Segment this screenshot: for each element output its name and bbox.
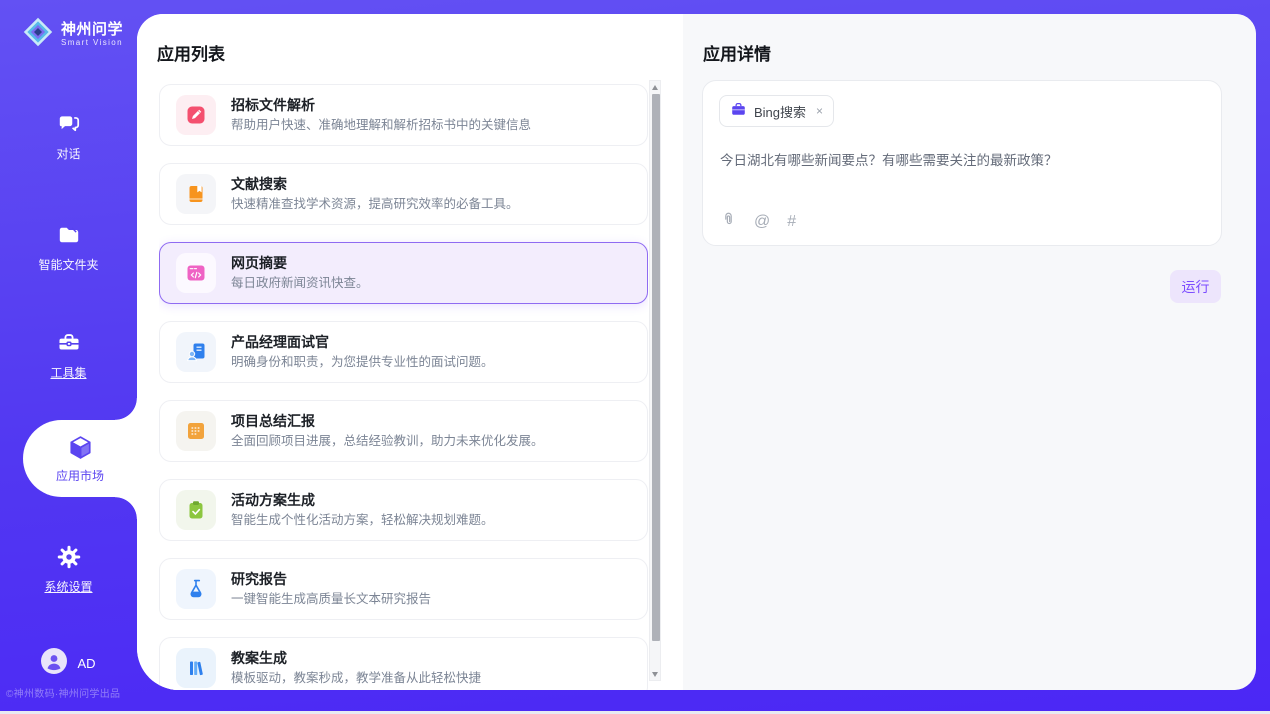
event-plan-icon [176, 490, 216, 530]
sidebar-item-folder[interactable]: 智能文件夹 [0, 222, 137, 273]
diamond-logo-icon [22, 16, 54, 53]
list-item[interactable]: 产品经理面试官明确身份和职责，为您提供专业性的面试问题。 [159, 321, 648, 383]
scrollbar[interactable] [649, 80, 661, 681]
app-list-title: 应用列表 [157, 40, 225, 65]
sidebar-item-gear[interactable]: 系统设置 [0, 544, 137, 595]
sidebar-item-label: 智能文件夹 [0, 256, 137, 273]
app-list: 招标文件解析帮助用户快速、准确地理解和解析招标书中的关键信息文献搜索快速精准查找… [159, 84, 648, 690]
app-name: 活动方案生成 [231, 492, 494, 508]
scrollbar-up-arrow[interactable] [650, 81, 660, 93]
tool-chip-label: Bing搜索 [754, 102, 806, 121]
sidebar-item-label: 对话 [0, 145, 137, 162]
sidebar-item-label: 工具集 [0, 364, 137, 381]
tool-chip[interactable]: Bing搜索 × [719, 95, 834, 127]
at-sign-icon[interactable]: @ [754, 214, 770, 230]
web-summary-icon [176, 253, 216, 293]
user-badge[interactable]: AD [0, 648, 137, 679]
sidebar: 神州问学 Smart Vision 对话智能文件夹工具集应用市场系统设置 AD … [0, 0, 137, 714]
run-button[interactable]: 运行 [1170, 270, 1221, 303]
app-name: 教案生成 [231, 650, 481, 666]
app-description: 模板驱动，教案秒成，教学准备从此轻松快捷 [231, 671, 481, 686]
app-name: 网页摘要 [231, 255, 369, 271]
attach-toolbar: @ # [720, 211, 796, 232]
scrollbar-thumb[interactable] [652, 94, 660, 641]
app-name: 文献搜索 [231, 176, 519, 192]
app-name: 项目总结汇报 [231, 413, 544, 429]
research-report-icon [176, 569, 216, 609]
app-detail-panel: 应用详情 Bing搜索 × 今日湖北有哪些新闻要点？有哪些需要关注的最新政策？ [683, 14, 1256, 690]
tender-doc-icon [176, 95, 216, 135]
gear-icon [55, 544, 82, 571]
hash-icon[interactable]: # [787, 214, 796, 230]
list-item[interactable]: 活动方案生成智能生成个性化活动方案，轻松解决规划难题。 [159, 479, 648, 541]
literature-search-icon [176, 174, 216, 214]
app-list-panel: 应用列表 招标文件解析帮助用户快速、准确地理解和解析招标书中的关键信息文献搜索快… [137, 14, 683, 690]
app-name: 招标文件解析 [231, 97, 531, 113]
prompt-text[interactable]: 今日湖北有哪些新闻要点？有哪些需要关注的最新政策？ [720, 151, 1201, 170]
user-initials: AD [77, 656, 95, 671]
app-description: 帮助用户快速、准确地理解和解析招标书中的关键信息 [231, 118, 531, 133]
list-item[interactable]: 研究报告一键智能生成高质量长文本研究报告 [159, 558, 648, 620]
project-summary-icon [176, 411, 216, 451]
toolbox-icon [55, 330, 82, 357]
sidebar-item-label: 应用市场 [23, 467, 137, 484]
chat-icon [55, 111, 82, 138]
list-item[interactable]: 文献搜索快速精准查找学术资源，提高研究效率的必备工具。 [159, 163, 648, 225]
app-description: 每日政府新闻资讯快查。 [231, 276, 369, 291]
pm-interviewer-icon [176, 332, 216, 372]
app-name: 产品经理面试官 [231, 334, 494, 350]
list-item[interactable]: 教案生成模板驱动，教案秒成，教学准备从此轻松快捷 [159, 637, 648, 690]
app-description: 明确身份和职责，为您提供专业性的面试问题。 [231, 355, 494, 370]
app-detail-title: 应用详情 [703, 40, 771, 65]
app-description: 全面回顾项目进展，总结经验教训，助力未来优化发展。 [231, 434, 544, 449]
app-name: 研究报告 [231, 571, 431, 587]
list-item[interactable]: 项目总结汇报全面回顾项目进展，总结经验教训，助力未来优化发展。 [159, 400, 648, 462]
paperclip-icon[interactable] [720, 211, 737, 232]
sidebar-item-toolbox[interactable]: 工具集 [0, 330, 137, 381]
brand-subtitle: Smart Vision [61, 38, 123, 48]
person-avatar-icon [41, 648, 67, 679]
main-panel: 应用列表 招标文件解析帮助用户快速、准确地理解和解析招标书中的关键信息文献搜索快… [137, 14, 1256, 690]
folder-icon [55, 222, 82, 249]
cube-icon [67, 434, 94, 461]
prompt-card[interactable]: Bing搜索 × 今日湖北有哪些新闻要点？有哪些需要关注的最新政策？ @ # [702, 80, 1222, 246]
copyright-text: ©神州数码·神州问学出品 [6, 685, 120, 700]
app-description: 一键智能生成高质量长文本研究报告 [231, 592, 431, 607]
scrollbar-down-arrow[interactable] [650, 668, 660, 680]
app-description: 快速精准查找学术资源，提高研究效率的必备工具。 [231, 197, 519, 212]
app-description: 智能生成个性化活动方案，轻松解决规划难题。 [231, 513, 494, 528]
lesson-plan-icon [176, 648, 216, 688]
sidebar-item-label: 系统设置 [0, 578, 137, 595]
brand-logo: 神州问学 Smart Vision [22, 16, 123, 53]
list-item[interactable]: 招标文件解析帮助用户快速、准确地理解和解析招标书中的关键信息 [159, 84, 648, 146]
briefcase-icon [730, 101, 747, 121]
brand-name: 神州问学 [61, 21, 123, 38]
sidebar-item-cube[interactable]: 应用市场 [23, 420, 137, 497]
sidebar-item-chat[interactable]: 对话 [0, 111, 137, 162]
list-item[interactable]: 网页摘要每日政府新闻资讯快查。 [159, 242, 648, 304]
chip-close-icon[interactable]: × [816, 104, 823, 118]
